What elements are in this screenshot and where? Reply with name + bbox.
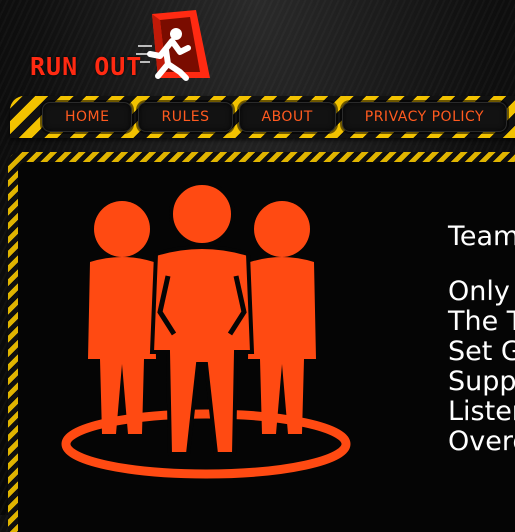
logo-text: RUN OUT	[30, 52, 143, 81]
nav-item-home[interactable]: HOME	[42, 102, 133, 132]
site-logo[interactable]: RUN OUT	[28, 8, 218, 88]
content-panel: Team Only T The Te Set G Suppo Listen Ov…	[18, 162, 515, 532]
content-line: The Te	[448, 306, 515, 337]
content-line: Suppo	[448, 366, 515, 397]
content-heading: Team	[448, 221, 515, 252]
content-frame: Team Only T The Te Set G Suppo Listen Ov…	[8, 152, 515, 532]
nav-item-privacy-policy[interactable]: PRIVACY POLICY	[341, 102, 508, 132]
team-icon	[61, 184, 351, 479]
main-nav: HOME RULES ABOUT PRIVACY POLICY	[10, 96, 515, 138]
content-line: Overc	[448, 426, 515, 457]
team-text-block: Team Only T The Te Set G Suppo Listen Ov…	[448, 222, 515, 457]
nav-item-rules[interactable]: RULES	[138, 102, 233, 132]
content-line: Set G	[448, 336, 515, 367]
nav-item-about[interactable]: ABOUT	[238, 102, 336, 132]
header: RUN OUT	[0, 0, 515, 95]
content-line: Listen	[448, 396, 515, 427]
content-line: Only T	[448, 276, 515, 307]
runner-icon	[136, 28, 191, 81]
